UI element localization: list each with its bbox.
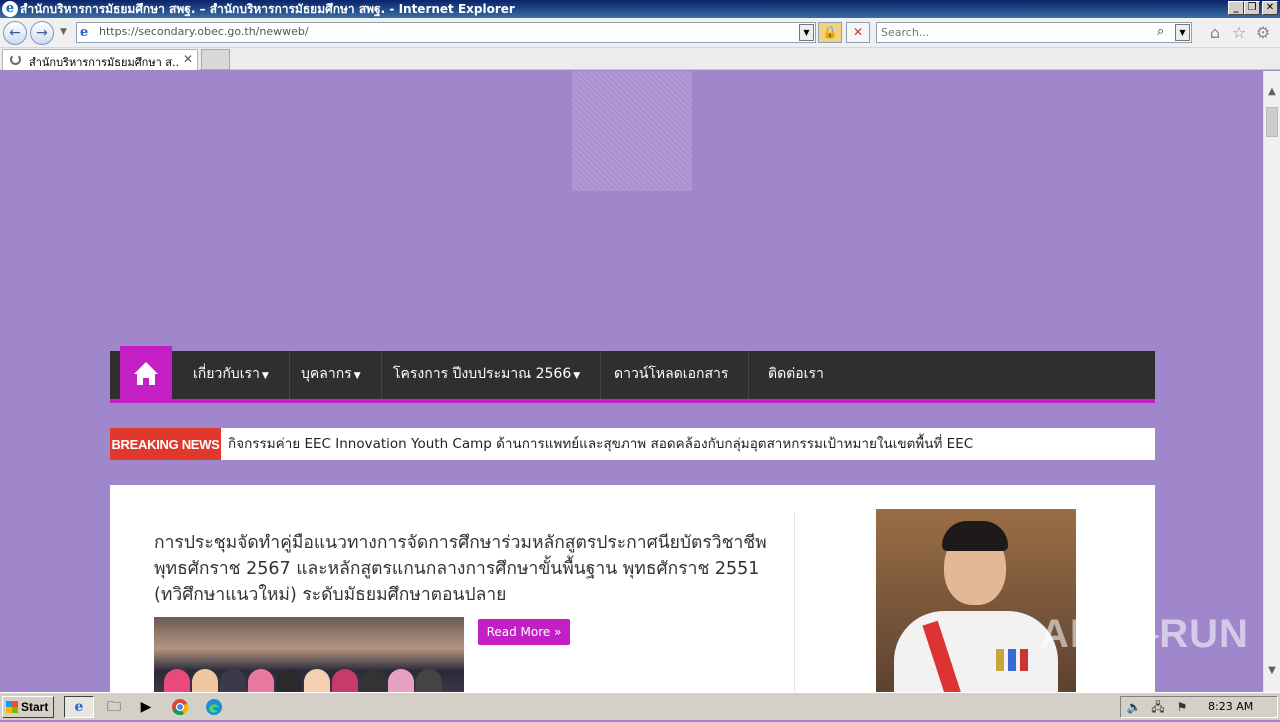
breaking-news-headline[interactable]: กิจกรรมค่าย EEC Innovation Youth Camp ด้…: [228, 428, 973, 460]
nav-item-downloads[interactable]: ดาวน์โหลดเอกสาร: [594, 351, 750, 399]
favorites-star-icon[interactable]: ☆: [1230, 24, 1248, 42]
edge-icon[interactable]: [202, 697, 226, 717]
back-button[interactable]: ←: [3, 21, 27, 45]
close-tab-icon[interactable]: ✕: [183, 52, 193, 66]
network-icon[interactable]: 🖧: [1149, 699, 1167, 715]
gear-icon[interactable]: ⚙: [1254, 24, 1272, 42]
address-field[interactable]: e https://secondary.obec.go.th/newweb/ ▼: [76, 22, 816, 43]
clock[interactable]: 8:23 AM: [1208, 700, 1253, 713]
folder-icon[interactable]: 🗀: [102, 697, 126, 717]
house-icon: [134, 362, 158, 385]
read-more-button[interactable]: Read More »: [478, 619, 570, 645]
start-button[interactable]: Start: [2, 696, 54, 718]
close-icon: ✕: [852, 25, 864, 39]
search-icon[interactable]: ⌕: [1157, 24, 1164, 39]
media-player-icon[interactable]: ▶: [134, 697, 158, 717]
system-tray: 🔈 🖧 ⚑: [1120, 696, 1278, 718]
stop-button[interactable]: ✕: [846, 22, 870, 43]
tab-label: สำนักบริหารการมัธยมศึกษา ส...: [29, 56, 179, 69]
minimize-button[interactable]: _: [1228, 1, 1244, 15]
site-logo-placeholder[interactable]: [572, 71, 692, 191]
nav-item-label: เกี่ยวกับเรา: [193, 366, 260, 382]
caret-down-icon: ▼: [353, 371, 361, 381]
caret-down-icon: ▼: [573, 371, 581, 381]
windows-logo-icon: [6, 701, 18, 713]
forward-button[interactable]: →: [30, 21, 54, 45]
new-tab-button[interactable]: [201, 49, 230, 70]
nav-item-label: บุคลากร: [301, 366, 352, 382]
portrait-medal: [1008, 649, 1016, 671]
nav-item-personnel[interactable]: บุคลากร ▼: [281, 351, 382, 399]
search-dropdown-icon[interactable]: ▼: [1175, 24, 1190, 41]
ie-page-icon: e: [80, 25, 89, 40]
search-input[interactable]: [881, 25, 1151, 40]
taskbar: Start e 🗀 ▶ 🔈 🖧 ⚑ 8:23 AM: [0, 692, 1280, 720]
breaking-news-bar: BREAKING NEWS กิจกรรมค่าย EEC Innovation…: [110, 428, 1155, 460]
loading-spinner-icon: [10, 54, 21, 65]
portrait-medal: [996, 649, 1004, 671]
address-dropdown-icon[interactable]: ▼: [799, 24, 814, 41]
post-title[interactable]: การประชุมจัดทำคู่มือแนวทางการจัดการศึกษา…: [154, 530, 784, 608]
nav-item-about[interactable]: เกี่ยวกับเรา ▼: [173, 351, 290, 399]
nav-item-label: โครงการ ปีงบประมาณ 2566: [393, 366, 572, 382]
chrome-icon[interactable]: [168, 697, 192, 717]
breaking-news-tag: BREAKING NEWS: [110, 428, 221, 460]
official-portrait: [876, 509, 1076, 692]
search-box[interactable]: ⌕ ▼: [876, 22, 1192, 43]
nav-item-projects[interactable]: โครงการ ปีงบประมาณ 2566 ▼: [373, 351, 602, 399]
post-thumbnail[interactable]: [154, 617, 464, 692]
restore-button[interactable]: ❐: [1244, 1, 1260, 15]
portrait-medal: [1020, 649, 1028, 671]
main-navigation: เกี่ยวกับเรา ▼ บุคลากร ▼ โครงการ ปีงบประมา…: [110, 346, 1155, 403]
window-title: สำนักบริหารการมัธยมศึกษา สพฐ. – สำนักบริ…: [20, 2, 515, 16]
url-text[interactable]: https://secondary.obec.go.th/newweb/: [99, 25, 309, 38]
web-page: เกี่ยวกับเรา ▼ บุคลากร ▼ โครงการ ปีงบประมา…: [0, 71, 1263, 692]
arrow-left-icon: ←: [9, 25, 21, 41]
caret-down-icon: ▼: [261, 371, 269, 381]
post-column: การประชุมจัดทำคู่มือแนวทางการจัดการศึกษา…: [133, 512, 795, 692]
tab-active[interactable]: สำนักบริหารการมัธยมศึกษา ส... ✕: [2, 49, 198, 70]
taskbar-ie-button[interactable]: e: [64, 696, 94, 718]
address-toolbar: ← → ▼ e https://secondary.obec.go.th/new…: [0, 18, 1280, 48]
close-window-button[interactable]: ✕: [1262, 1, 1278, 15]
scroll-down-icon[interactable]: ▼: [1264, 662, 1280, 679]
flag-icon[interactable]: ⚑: [1173, 699, 1191, 715]
lock-icon: 🔒: [822, 25, 838, 39]
arrow-right-icon: →: [36, 25, 48, 41]
scroll-thumb[interactable]: [1266, 107, 1278, 137]
content-area: การประชุมจัดทำคู่มือแนวทางการจัดการศึกษา…: [110, 485, 1155, 692]
nav-home-button[interactable]: [120, 346, 172, 399]
window-titlebar: e สำนักบริหารการมัธยมศึกษา สพฐ. – สำนักบ…: [0, 0, 1280, 18]
history-dropdown-icon[interactable]: ▼: [60, 27, 67, 37]
security-lock-button[interactable]: 🔒: [818, 22, 842, 43]
portrait-uniform: [894, 611, 1058, 692]
start-label: Start: [21, 700, 49, 714]
tab-bar: สำนักบริหารการมัธยมศึกษา ส... ✕: [0, 48, 1280, 70]
scroll-up-icon[interactable]: ▲: [1264, 83, 1280, 100]
nav-item-label: ดาวน์โหลดเอกสาร: [614, 366, 729, 382]
portrait-hair: [942, 521, 1008, 551]
anyrun-watermark: ANY▷RUN: [1040, 612, 1249, 656]
volume-icon[interactable]: 🔈: [1125, 699, 1143, 715]
vertical-scrollbar[interactable]: ▲ ▼: [1263, 71, 1280, 692]
nav-item-label: ติดต่อเรา: [768, 366, 824, 382]
home-icon[interactable]: ⌂: [1206, 24, 1224, 42]
internet-explorer-icon: e: [2, 1, 18, 17]
nav-item-contact[interactable]: ติดต่อเรา: [748, 351, 844, 399]
